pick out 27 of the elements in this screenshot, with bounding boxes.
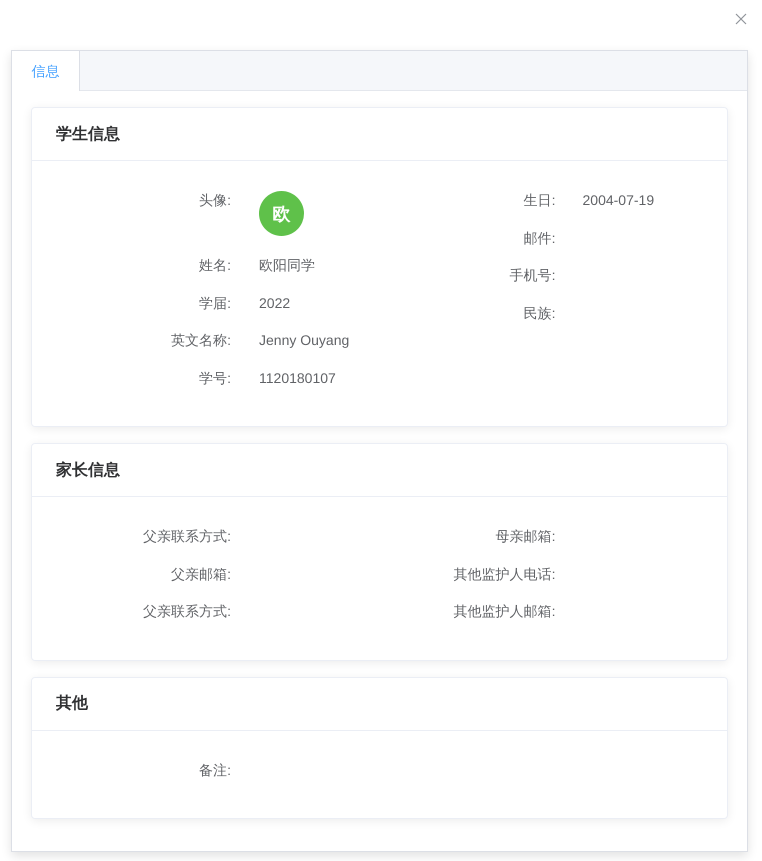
close-icon[interactable] — [735, 13, 747, 25]
section-title: 学生信息 — [56, 124, 120, 144]
section-title: 其他 — [56, 694, 88, 714]
field-label: 学届: — [198, 294, 231, 312]
field-label: 生日: — [522, 191, 556, 210]
tab[interactable]: 信息 — [12, 51, 80, 91]
section-title: 家长信息 — [56, 460, 120, 480]
field-label: 母亲邮箱: — [494, 527, 556, 546]
field-label: 其他监护人电话: — [452, 564, 556, 584]
field-label: 姓名: — [198, 256, 231, 275]
field-label: 英文名称: — [170, 331, 231, 350]
field-label: 备注: — [198, 760, 231, 780]
field-value: 欧阳同学 — [259, 256, 315, 275]
field-label: 其他监护人邮箱: — [452, 602, 556, 621]
field-label: 学号: — [198, 368, 231, 388]
field-label: 父亲邮箱: — [170, 564, 231, 584]
field-value: 2022 — [259, 294, 290, 312]
field-label: 民族: — [522, 304, 556, 322]
field-value: 2004-07-19 — [582, 191, 654, 210]
field-label: 邮件: — [522, 228, 556, 248]
field-value: Jenny Ouyang — [259, 331, 350, 350]
avatar: 欧 — [259, 191, 304, 236]
field-label: 头像: — [198, 191, 231, 210]
field-value: 1120180107 — [259, 368, 336, 388]
field-label: 手机号: — [508, 266, 556, 285]
field-label: 父亲联系方式: — [142, 602, 231, 621]
field-label: 父亲联系方式: — [142, 527, 231, 546]
